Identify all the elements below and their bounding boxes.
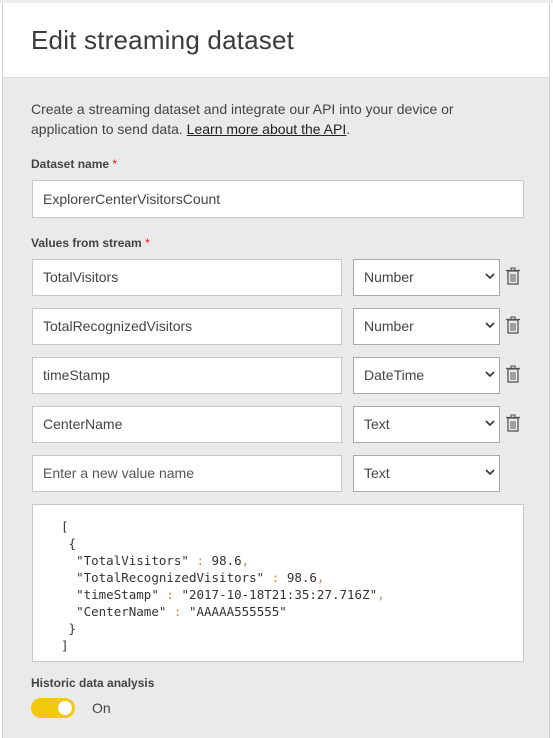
json-open-bracket: [	[61, 519, 69, 534]
value-type-selected: DateTime	[364, 367, 425, 383]
dataset-name-label-text: Dataset name	[31, 157, 110, 171]
chevron-down-icon	[485, 469, 495, 476]
description: Create a streaming dataset and integrate…	[31, 99, 511, 139]
chevron-down-icon	[485, 322, 495, 329]
json-key: "CenterName"	[76, 604, 167, 619]
values-label-text: Values from stream	[31, 236, 142, 250]
chevron-down-icon	[485, 371, 495, 378]
panel-header: Edit streaming dataset	[3, 3, 549, 78]
sample-json-preview: [ { "TotalVisitors" : 98.6, "TotalRecogn…	[32, 504, 524, 662]
value-type-select[interactable]: Number	[353, 259, 500, 296]
value-name-input[interactable]: TotalVisitors	[32, 259, 342, 296]
value-type-select[interactable]: DateTime	[353, 357, 500, 394]
json-value: 98.6	[211, 553, 242, 568]
trash-icon[interactable]	[505, 365, 521, 383]
json-value: "2017-10-18T21:35:27.716Z"	[181, 587, 378, 602]
learn-more-link[interactable]: Learn more about the API	[187, 121, 347, 137]
value-type-selected: Text	[364, 416, 390, 432]
json-open-brace: {	[68, 536, 77, 551]
chevron-down-icon	[485, 420, 495, 427]
json-key: "TotalRecognizedVisitors"	[76, 570, 265, 585]
json-value: 98.6	[286, 570, 317, 585]
value-type-selected: Text	[364, 465, 390, 481]
value-type-selected: Number	[364, 318, 414, 334]
dataset-name-label: Dataset name *	[31, 157, 117, 171]
value-name-input[interactable]: TotalRecognizedVisitors	[32, 308, 342, 345]
trash-icon[interactable]	[505, 316, 521, 334]
json-key: "TotalVisitors"	[76, 553, 189, 568]
new-value-type-select[interactable]: Text	[353, 455, 500, 492]
json-key: "timeStamp"	[76, 587, 159, 602]
value-name-input[interactable]: CenterName	[32, 406, 342, 443]
trash-icon[interactable]	[505, 267, 521, 285]
trash-icon[interactable]	[505, 414, 521, 432]
values-from-stream-label: Values from stream *	[31, 236, 150, 250]
value-type-select[interactable]: Text	[353, 406, 500, 443]
edit-dataset-panel: Edit streaming dataset Create a streamin…	[2, 3, 550, 738]
panel-title: Edit streaming dataset	[31, 25, 295, 55]
json-close-bracket: ]	[61, 638, 69, 653]
toggle-knob	[58, 701, 72, 715]
required-asterisk: *	[112, 157, 118, 171]
value-type-selected: Number	[364, 269, 414, 285]
json-close-brace: }	[68, 621, 77, 636]
description-period: .	[346, 121, 351, 137]
required-asterisk: *	[145, 236, 150, 250]
value-name-input[interactable]: timeStamp	[32, 357, 342, 394]
toggle-state-text: On	[92, 700, 111, 716]
json-value: "AAAAA555555"	[188, 604, 287, 619]
value-type-select[interactable]: Number	[353, 308, 500, 345]
new-value-name-input[interactable]: Enter a new value name	[32, 455, 342, 492]
chevron-down-icon	[485, 273, 495, 280]
historic-data-label: Historic data analysis	[31, 676, 155, 690]
historic-data-toggle[interactable]	[31, 698, 75, 718]
dataset-name-input[interactable]: ExplorerCenterVisitorsCount	[32, 180, 524, 218]
